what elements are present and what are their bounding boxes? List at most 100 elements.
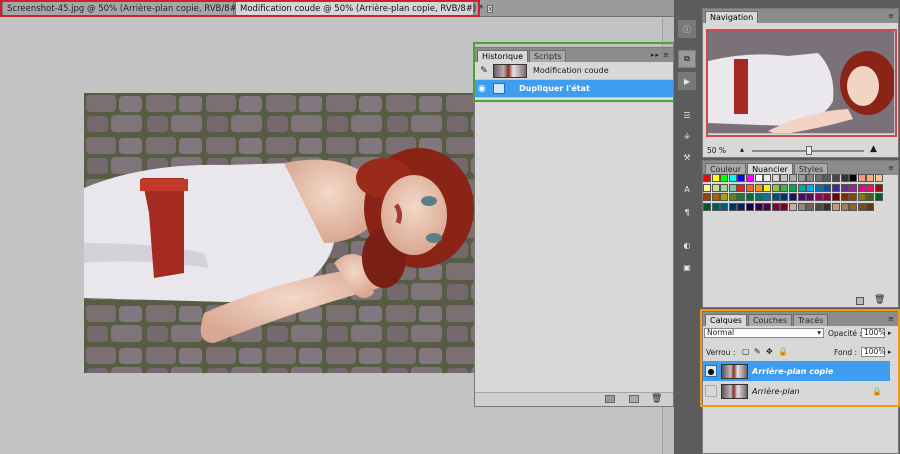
character-icon[interactable]: A [678,180,696,198]
swatch[interactable] [737,183,746,192]
panel-menu-icon[interactable]: ≡ [888,12,895,20]
swatch[interactable] [737,174,746,182]
swatch[interactable] [703,202,711,211]
document-image[interactable] [84,93,474,373]
history-icon[interactable]: ⧉ [678,50,696,68]
swatch[interactable] [840,202,849,211]
swatch[interactable] [746,193,754,201]
swatch[interactable] [789,193,797,201]
swatch[interactable] [797,193,806,201]
swatch[interactable] [806,193,815,201]
swatch[interactable] [857,174,866,182]
swatch[interactable] [866,193,875,201]
zoom-in-icon[interactable]: ▲ [870,144,877,154]
swatch[interactable] [728,193,737,201]
swatch[interactable] [711,193,720,201]
swatch[interactable] [737,193,746,201]
swatch[interactable] [763,174,772,182]
zoom-out-icon[interactable]: ▴ [740,145,744,154]
swatch[interactable] [720,193,729,201]
swatch[interactable] [857,202,866,211]
swatch[interactable] [832,183,840,192]
swatch[interactable] [857,183,866,192]
swatch[interactable] [746,202,754,211]
swatch[interactable] [875,174,883,182]
swatch[interactable] [720,183,729,192]
adjustments-icon[interactable]: ◐ [678,236,696,254]
swatch[interactable] [780,202,789,211]
swatch[interactable] [737,202,746,211]
masks-icon[interactable]: ▣ [678,258,696,276]
swatch[interactable] [746,183,754,192]
swatch[interactable] [806,202,815,211]
close-icon[interactable]: x [487,5,494,13]
swatch[interactable] [703,174,711,182]
new-document-icon[interactable] [605,395,615,403]
swatch[interactable] [823,174,832,182]
swatch[interactable] [754,183,763,192]
swatch[interactable] [840,193,849,201]
swatch[interactable] [771,202,780,211]
swatch[interactable] [780,183,789,192]
swatch[interactable] [797,174,806,182]
swatch[interactable] [728,183,737,192]
swatch[interactable] [780,193,789,201]
swatch[interactable] [754,174,763,182]
swatch[interactable] [720,174,729,182]
swatch[interactable] [711,202,720,211]
zoom-value[interactable]: 50 % [707,146,726,155]
swatch-grid[interactable] [703,174,889,237]
panel-menu-icon[interactable]: ≡ [888,164,895,172]
swatch[interactable] [823,202,832,211]
swatch[interactable] [866,183,875,192]
brush-preset-icon[interactable]: ☰ [678,106,696,124]
swatch[interactable] [832,193,840,201]
swatch[interactable] [866,174,875,182]
new-swatch-icon[interactable] [856,297,864,305]
swatch[interactable] [763,183,772,192]
swatch[interactable] [797,202,806,211]
swatch[interactable] [789,174,797,182]
swatch[interactable] [754,193,763,201]
swatch[interactable] [728,174,737,182]
swatch[interactable] [875,193,883,201]
swatch[interactable] [771,193,780,201]
swatch[interactable] [840,183,849,192]
trash-icon[interactable]: 🗑 [874,295,885,305]
trash-icon[interactable]: 🗑 [651,394,662,404]
swatch[interactable] [754,202,763,211]
swatch[interactable] [823,183,832,192]
swatch[interactable] [832,202,840,211]
swatch[interactable] [814,202,823,211]
swatch[interactable] [771,183,780,192]
swatch[interactable] [849,183,858,192]
swatch[interactable] [857,193,866,201]
swatch[interactable] [763,193,772,201]
tab-navigation[interactable]: Navigation [705,11,759,23]
swatch[interactable] [814,183,823,192]
swatch[interactable] [806,183,815,192]
swatch[interactable] [823,193,832,201]
clone-source-icon[interactable]: ⚶ [678,126,696,144]
swatch[interactable] [840,174,849,182]
swatch[interactable] [711,183,720,192]
swatch[interactable] [814,193,823,201]
swatch[interactable] [780,174,789,182]
swatch[interactable] [703,183,711,192]
paragraph-icon[interactable]: ¶ [678,203,696,221]
swatch[interactable] [720,202,729,211]
swatch[interactable] [875,183,883,192]
swatch[interactable] [849,193,858,201]
swatch[interactable] [763,202,772,211]
snapshot-icon[interactable] [629,395,639,403]
swatch[interactable] [728,202,737,211]
swatch[interactable] [789,202,797,211]
swatch[interactable] [832,174,840,182]
swatch[interactable] [849,202,858,211]
info-icon[interactable]: ⓘ [678,20,696,38]
swatch[interactable] [849,174,858,182]
swatch[interactable] [789,183,797,192]
actions-icon[interactable]: ▶ [678,72,696,90]
swatch[interactable] [711,174,720,182]
swatch[interactable] [806,174,815,182]
